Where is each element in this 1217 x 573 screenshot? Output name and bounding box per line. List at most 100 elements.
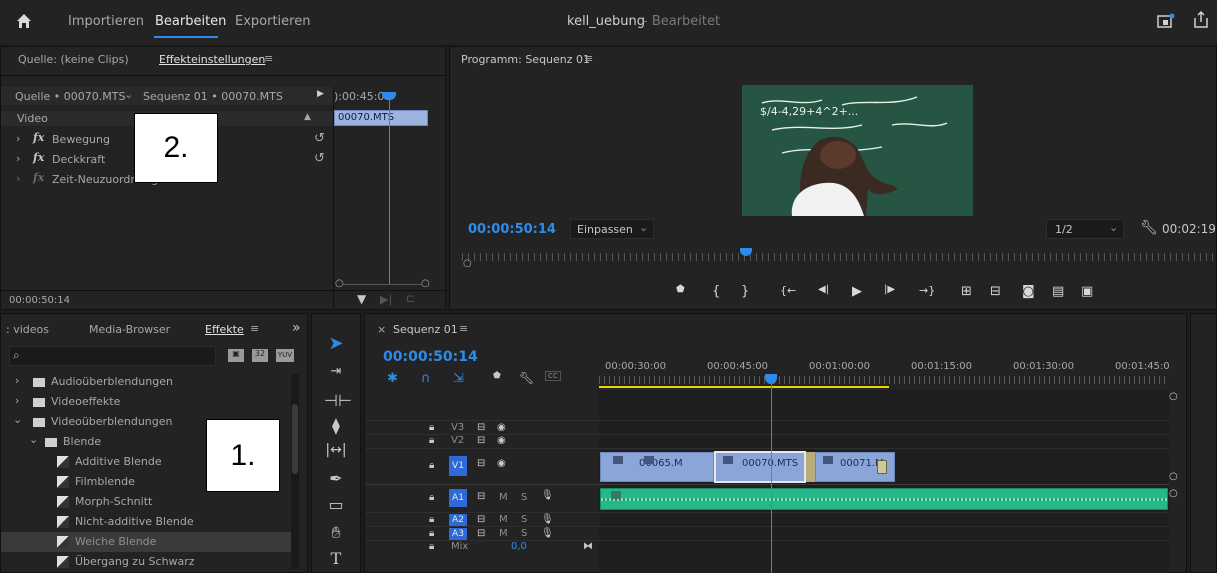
- type-icon[interactable]: T: [324, 549, 348, 568]
- mix-value[interactable]: 0,0: [511, 541, 527, 552]
- lock-icon[interactable]: 🔒︎: [429, 514, 434, 525]
- linked-selection-icon[interactable]: ⇲: [453, 371, 464, 386]
- close-tab-icon[interactable]: ×: [377, 323, 386, 336]
- export-frame-icon[interactable]: ◙: [1022, 284, 1035, 299]
- mute-button[interactable]: M: [499, 528, 508, 539]
- sync-lock-icon[interactable]: ⊟: [477, 435, 485, 446]
- fullscreen-icon[interactable]: [1157, 13, 1175, 29]
- yuv-effects-icon[interactable]: YUV: [276, 349, 294, 362]
- go-to-in-icon[interactable]: {←: [780, 284, 796, 297]
- mute-button[interactable]: M: [499, 492, 508, 503]
- sync-lock-icon[interactable]: ⊟: [477, 528, 485, 539]
- scroll-handle-icon[interactable]: ○: [1169, 391, 1178, 402]
- mini-playhead[interactable]: [382, 92, 396, 100]
- eye-icon[interactable]: ◉: [497, 422, 506, 433]
- zoom-handle-icon[interactable]: ○: [463, 258, 472, 269]
- resolution-dropdown[interactable]: 1/2 ⌄: [1046, 219, 1124, 239]
- fit-dropdown[interactable]: Einpassen ⌄: [570, 219, 654, 239]
- tab-media-browser[interactable]: Media-Browser: [89, 323, 170, 336]
- track-label[interactable]: A1: [449, 489, 467, 507]
- settings-wrench-icon[interactable]: 🔧︎: [519, 371, 534, 385]
- sync-lock-icon[interactable]: ⊟: [477, 514, 485, 525]
- track-label[interactable]: V2: [451, 435, 464, 446]
- go-to-end-icon[interactable]: ⧓: [583, 541, 593, 552]
- transition-marker[interactable]: [806, 452, 815, 482]
- list-item[interactable]: › Audioüberblendungen: [1, 372, 291, 392]
- chevron-down-icon[interactable]: ⌄: [13, 413, 22, 426]
- expand-chevron-icon[interactable]: ›: [15, 394, 19, 407]
- effects-scrollbar[interactable]: [291, 374, 299, 569]
- expand-chevron-icon[interactable]: ›: [15, 374, 19, 387]
- lock-icon[interactable]: 🔒︎: [429, 492, 434, 503]
- list-item[interactable]: › Videoeffekte: [1, 392, 291, 412]
- list-item[interactable]: Nicht-additive Blende: [1, 512, 291, 532]
- zoom-bar[interactable]: [342, 284, 422, 285]
- zoom-handle-icon[interactable]: ○: [421, 278, 430, 289]
- reset-icon[interactable]: ↺: [314, 131, 325, 146]
- expand-chevron-icon[interactable]: ›: [16, 152, 20, 165]
- menu-import[interactable]: Importieren: [68, 14, 144, 29]
- track-label[interactable]: A3: [449, 528, 467, 540]
- audio-clip[interactable]: [600, 488, 1168, 510]
- chevron-down-icon[interactable]: ⌄: [29, 433, 38, 446]
- microphone-icon[interactable]: 🎙︎: [541, 514, 554, 525]
- play-icon[interactable]: ▶: [852, 284, 862, 299]
- lift-icon[interactable]: ⊞: [961, 284, 972, 299]
- overwrite-icon[interactable]: ▣: [1081, 284, 1093, 299]
- step-back-icon[interactable]: ◀|: [818, 284, 829, 295]
- selection-tool-icon[interactable]: ➤: [324, 333, 348, 354]
- extract-icon[interactable]: ⊟: [990, 284, 1001, 299]
- eye-icon[interactable]: ◉: [497, 435, 506, 446]
- video-frame[interactable]: $/4-4,29+4^2+...: [742, 85, 973, 216]
- scroll-handle-icon[interactable]: ○: [1169, 471, 1178, 482]
- snap-icon[interactable]: ∩: [421, 371, 431, 386]
- play-audio-icon[interactable]: ▶|: [380, 293, 392, 306]
- add-marker-icon[interactable]: ⬟: [493, 371, 501, 381]
- marker-icon[interactable]: ⬟: [676, 284, 685, 295]
- reset-icon[interactable]: ↺: [314, 151, 325, 166]
- transition-marker[interactable]: [877, 460, 887, 474]
- mini-timeline-clip[interactable]: 00070.MTS: [334, 110, 428, 126]
- 32bit-effects-icon[interactable]: 32: [252, 349, 268, 362]
- sync-lock-icon[interactable]: ⊟: [477, 491, 485, 502]
- lock-icon[interactable]: 🔒︎: [429, 528, 434, 539]
- effects-search-input[interactable]: ⌕: [9, 346, 216, 366]
- microphone-icon[interactable]: 🎙︎: [541, 528, 554, 539]
- filter-icon[interactable]: ▼: [357, 292, 366, 306]
- panel-menu-icon[interactable]: ≡: [584, 52, 593, 65]
- home-icon[interactable]: [16, 13, 32, 29]
- nest-icon[interactable]: ✱: [387, 371, 398, 386]
- ripple-edit-icon[interactable]: ⊣⊢: [324, 391, 352, 410]
- expand-chevron-icon[interactable]: ›: [16, 172, 20, 185]
- lock-icon[interactable]: 🔒︎: [429, 460, 434, 471]
- menu-export[interactable]: Exportieren: [235, 14, 310, 29]
- panel-menu-icon[interactable]: ≡: [459, 322, 468, 335]
- collapse-icon[interactable]: ▲: [304, 112, 311, 122]
- tab-source[interactable]: Quelle: (keine Clips): [18, 53, 129, 66]
- panel-menu-icon[interactable]: ≡: [250, 322, 259, 335]
- chevron-down-icon[interactable]: ⌄: [124, 88, 133, 101]
- program-time-ruler[interactable]: [462, 253, 1214, 261]
- solo-button[interactable]: S: [521, 492, 527, 503]
- tab-videos[interactable]: : videos: [6, 323, 49, 336]
- mute-button[interactable]: M: [499, 514, 508, 525]
- accelerated-effects-icon[interactable]: ▣: [228, 349, 244, 362]
- insert-icon[interactable]: ▤: [1052, 284, 1064, 299]
- expand-chevron-icon[interactable]: ›: [16, 132, 20, 145]
- tab-sequence[interactable]: Sequenz 01: [393, 323, 458, 336]
- scrollbar-thumb[interactable]: [292, 404, 298, 474]
- sequence-clip-dropdown[interactable]: Sequenz 01 • 00070.MTS: [143, 90, 283, 103]
- track-label[interactable]: A2: [449, 514, 467, 526]
- go-to-out-icon[interactable]: →}: [919, 284, 935, 297]
- track-select-icon[interactable]: ⇥: [324, 364, 348, 379]
- effect-controls-timecode[interactable]: 00:00:50:14: [9, 295, 70, 306]
- panel-menu-icon[interactable]: ≡: [264, 52, 273, 65]
- list-item[interactable]: Morph-Schnitt: [1, 492, 291, 512]
- menu-edit[interactable]: Bearbeiten: [155, 14, 226, 29]
- rectangle-icon[interactable]: ▭: [324, 495, 348, 514]
- tab-effects[interactable]: Effekte: [205, 323, 244, 336]
- microphone-icon[interactable]: 🎙︎: [541, 490, 554, 501]
- program-timecode[interactable]: 00:00:50:14: [468, 222, 556, 237]
- program-monitor-title[interactable]: Programm: Sequenz 01: [461, 53, 590, 66]
- list-item-selected[interactable]: Weiche Blende: [1, 532, 291, 552]
